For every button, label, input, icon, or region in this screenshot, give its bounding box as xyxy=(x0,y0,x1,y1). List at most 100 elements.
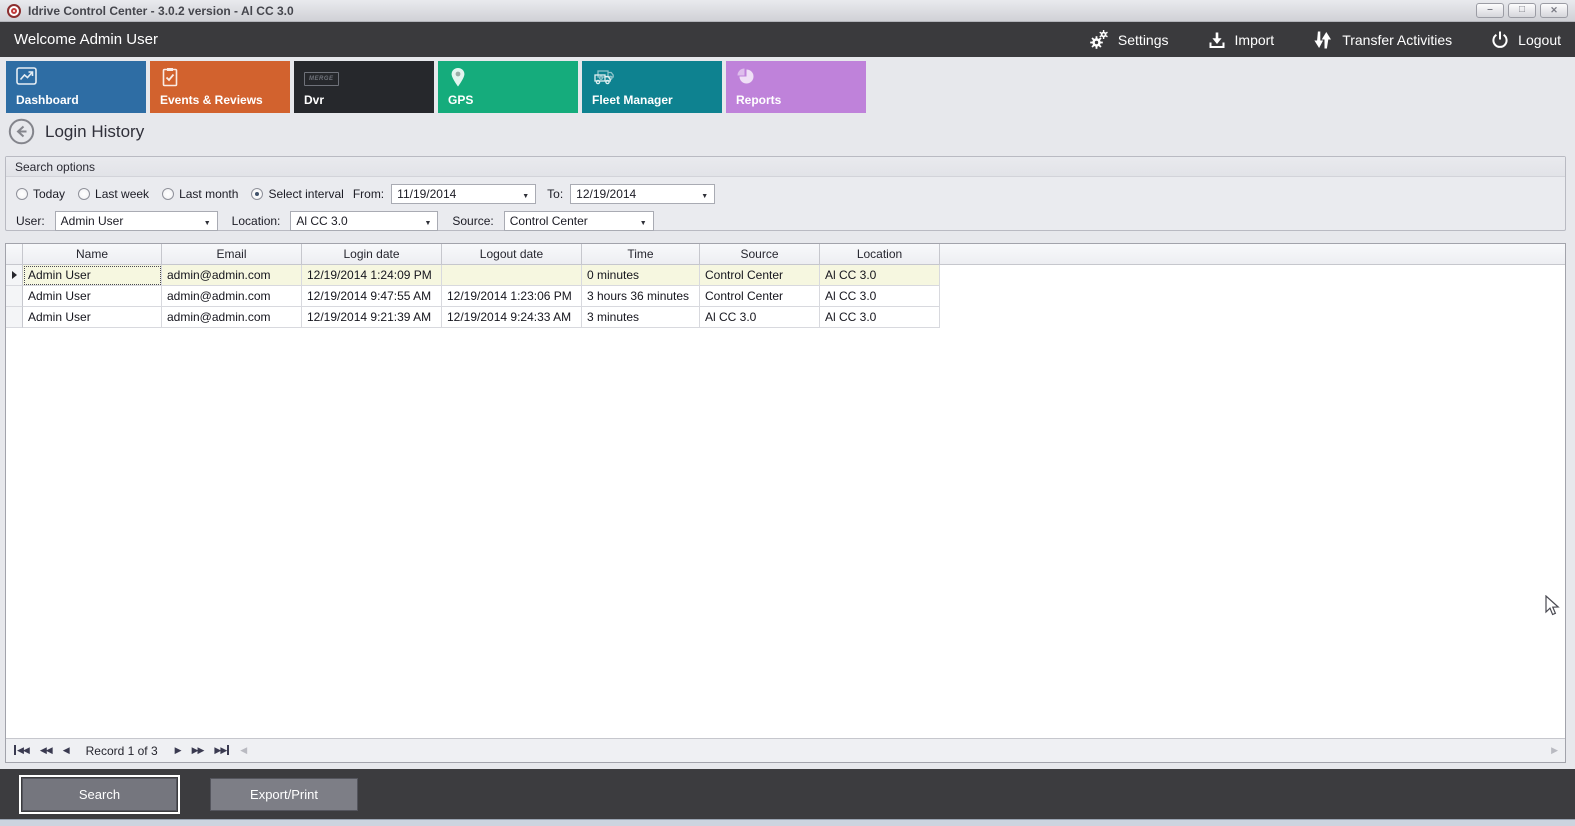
column-header-time[interactable]: Time xyxy=(582,244,700,264)
cell-source[interactable]: Control Center xyxy=(700,286,820,307)
cell-location[interactable]: Al CC 3.0 xyxy=(820,286,940,307)
cell-logout-date[interactable]: 12/19/2014 1:23:06 PM xyxy=(442,286,582,307)
tile-dvr[interactable]: MERGE Dvr xyxy=(294,61,434,113)
nav-first-record-button[interactable] xyxy=(14,746,29,755)
tile-events-reviews-label: Events & Reviews xyxy=(160,93,263,107)
cell-time[interactable]: 0 minutes xyxy=(582,265,700,286)
column-header-logout-date[interactable]: Logout date xyxy=(442,244,582,264)
column-header-name[interactable]: Name xyxy=(23,244,162,264)
cell-location[interactable]: Al CC 3.0 xyxy=(820,265,940,286)
cell-time[interactable]: 3 hours 36 minutes xyxy=(582,286,700,307)
table-row[interactable]: Admin User admin@admin.com 12/19/2014 9:… xyxy=(6,286,1565,307)
radio-select-interval[interactable]: Select interval xyxy=(251,187,343,201)
cell-name[interactable]: Admin User xyxy=(23,286,162,307)
record-count-text: Record 1 of 3 xyxy=(86,744,158,758)
cell-login-date[interactable]: 12/19/2014 9:47:55 AM xyxy=(302,286,442,307)
transfer-activities-button[interactable]: Transfer Activities xyxy=(1312,30,1452,50)
radio-today-circle xyxy=(16,188,28,200)
settings-button[interactable]: Settings xyxy=(1088,29,1169,51)
dropdown-arrow-icon xyxy=(522,187,529,201)
cell-login-date[interactable]: 12/19/2014 9:21:39 AM xyxy=(302,307,442,328)
cell-location[interactable]: Al CC 3.0 xyxy=(820,307,940,328)
row-selector-header xyxy=(6,244,23,264)
nav-last-record-button[interactable] xyxy=(214,746,229,755)
location-dropdown[interactable]: Al CC 3.0 xyxy=(290,211,438,231)
nav-next-record-button[interactable] xyxy=(175,746,181,755)
from-date-picker[interactable]: 11/19/2014 xyxy=(391,184,536,204)
radio-last-week-circle xyxy=(78,188,90,200)
tile-reports[interactable]: Reports xyxy=(726,61,866,113)
trucks-icon xyxy=(592,67,618,87)
window-bottom-border xyxy=(0,819,1575,826)
cell-logout-date[interactable]: 12/19/2014 9:24:33 AM xyxy=(442,307,582,328)
cell-source[interactable]: Al CC 3.0 xyxy=(700,307,820,328)
column-header-email[interactable]: Email xyxy=(162,244,302,264)
source-dropdown[interactable]: Control Center xyxy=(504,211,654,231)
tile-fleet-manager[interactable]: Fleet Manager xyxy=(582,61,722,113)
user-value: Admin User xyxy=(61,214,124,228)
minimize-button[interactable] xyxy=(1476,3,1504,18)
radio-last-month[interactable]: Last month xyxy=(162,187,238,201)
module-tiles: Dashboard Events & Reviews MERGE Dvr GPS xyxy=(6,61,866,113)
cell-name[interactable]: Admin User xyxy=(23,307,162,328)
cell-login-date[interactable]: 12/19/2014 1:24:09 PM xyxy=(302,265,442,286)
cell-email[interactable]: admin@admin.com xyxy=(162,286,302,307)
to-date-picker[interactable]: 12/19/2014 xyxy=(570,184,715,204)
row-indicator-cell xyxy=(6,307,23,328)
table-row[interactable]: Admin User admin@admin.com 12/19/2014 1:… xyxy=(6,265,1565,286)
window-title: Idrive Control Center - 3.0.2 version - … xyxy=(28,4,294,18)
logout-button[interactable]: Logout xyxy=(1490,30,1561,50)
from-date-value: 11/19/2014 xyxy=(397,187,456,201)
nav-next-page-button[interactable] xyxy=(192,746,204,755)
table-row[interactable]: Admin User admin@admin.com 12/19/2014 9:… xyxy=(6,307,1565,328)
tile-fleet-manager-label: Fleet Manager xyxy=(592,93,673,107)
cell-email[interactable]: admin@admin.com xyxy=(162,307,302,328)
nav-previous-page-button[interactable] xyxy=(40,746,52,755)
radio-last-week[interactable]: Last week xyxy=(78,187,149,201)
dropdown-arrow-icon xyxy=(204,214,211,228)
gears-icon xyxy=(1088,29,1110,51)
column-header-location[interactable]: Location xyxy=(820,244,940,264)
record-navigator: Record 1 of 3 xyxy=(6,738,1565,762)
to-label: To: xyxy=(547,187,563,201)
cell-email[interactable]: admin@admin.com xyxy=(162,265,302,286)
maximize-button[interactable] xyxy=(1508,3,1536,18)
import-label: Import xyxy=(1235,32,1275,48)
cell-source[interactable]: Control Center xyxy=(700,265,820,286)
location-label: Location: xyxy=(232,214,281,228)
column-header-source[interactable]: Source xyxy=(700,244,820,264)
user-label: User: xyxy=(16,214,45,228)
row-indicator-cell xyxy=(6,286,23,307)
to-date-value: 12/19/2014 xyxy=(576,187,636,201)
current-row-arrow-icon xyxy=(12,271,17,279)
cell-name[interactable]: Admin User xyxy=(23,265,162,286)
close-button[interactable] xyxy=(1540,3,1568,18)
mouse-cursor xyxy=(1545,595,1563,617)
tile-gps[interactable]: GPS xyxy=(438,61,578,113)
radio-today[interactable]: Today xyxy=(16,187,65,201)
grid-header-row: Name Email Login date Logout date Time S… xyxy=(6,244,1565,265)
dropdown-arrow-icon xyxy=(701,187,708,201)
map-pin-icon xyxy=(448,67,468,88)
logout-label: Logout xyxy=(1518,32,1561,48)
hscroll-right-arrow-icon[interactable] xyxy=(1551,746,1557,755)
interval-row: Today Last week Last month Select interv… xyxy=(6,184,1565,204)
merge-logo-icon: MERGE xyxy=(304,72,339,86)
hscroll-left-arrow-icon[interactable] xyxy=(240,746,246,755)
back-button[interactable] xyxy=(8,118,35,145)
search-button[interactable]: Search xyxy=(22,778,177,811)
column-header-login-date[interactable]: Login date xyxy=(302,244,442,264)
radio-last-month-label: Last month xyxy=(179,187,238,201)
cell-logout-date[interactable] xyxy=(442,265,582,286)
import-button[interactable]: Import xyxy=(1207,30,1275,50)
login-history-grid: Name Email Login date Logout date Time S… xyxy=(5,243,1566,763)
radio-select-interval-label: Select interval xyxy=(268,187,343,201)
export-print-button[interactable]: Export/Print xyxy=(210,778,358,811)
tile-dvr-label: Dvr xyxy=(304,93,324,107)
window-controls xyxy=(1476,3,1568,18)
nav-previous-record-button[interactable] xyxy=(63,746,69,755)
user-dropdown[interactable]: Admin User xyxy=(55,211,218,231)
tile-events-reviews[interactable]: Events & Reviews xyxy=(150,61,290,113)
cell-time[interactable]: 3 minutes xyxy=(582,307,700,328)
tile-dashboard[interactable]: Dashboard xyxy=(6,61,146,113)
